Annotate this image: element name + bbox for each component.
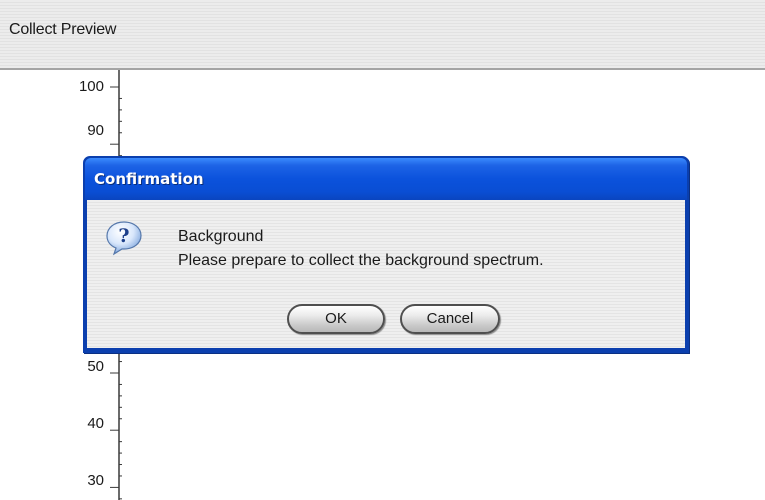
tick-label: 50 — [87, 358, 104, 375]
message-heading: Background — [178, 228, 264, 245]
tick-label: 30 — [87, 472, 104, 489]
tick-label: 40 — [87, 415, 104, 432]
collect-preview-window: Collect Preview 100 90 50 40 30 Confirma… — [0, 0, 765, 500]
header-bar: Collect Preview — [0, 0, 765, 70]
confirmation-dialog: Confirmation ? Background Please prepare… — [83, 156, 689, 353]
question-icon: ? — [106, 221, 142, 256]
tick-label: 100 — [78, 78, 104, 95]
window-title: Collect Preview — [9, 21, 117, 38]
cancel-button[interactable]: Cancel — [400, 304, 500, 334]
tick-label: 90 — [87, 122, 104, 139]
svg-text:?: ? — [118, 225, 129, 247]
ok-button[interactable]: OK — [287, 304, 385, 334]
dialog-title: Confirmation — [94, 170, 204, 188]
message-text: Please prepare to collect the background… — [178, 252, 544, 269]
dialog-titlebar[interactable]: Confirmation — [85, 158, 687, 200]
dialog-body: ? Background Please prepare to collect t… — [87, 200, 685, 348]
